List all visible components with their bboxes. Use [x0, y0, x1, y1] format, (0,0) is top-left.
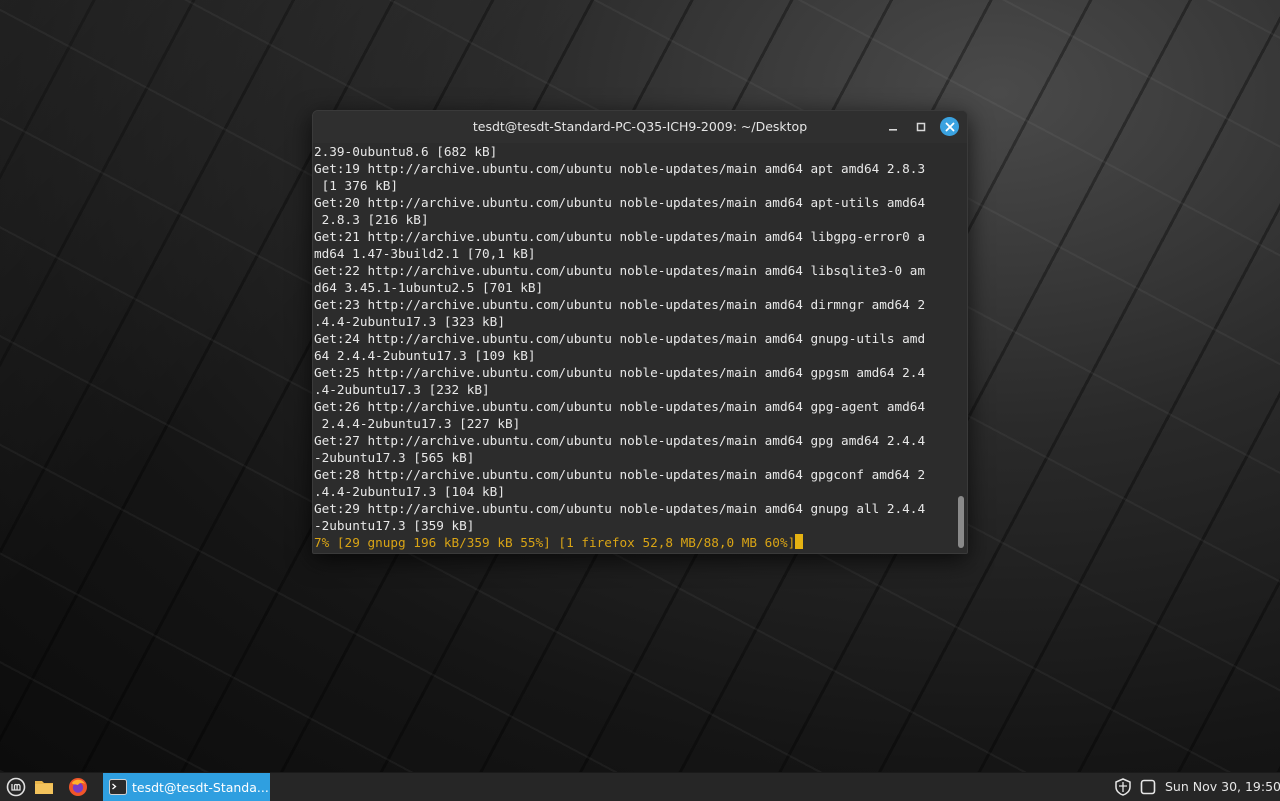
- terminal-line: 2.4.4-2ubuntu17.3 [227 kB]: [314, 416, 521, 431]
- minimize-button[interactable]: [885, 119, 901, 135]
- terminal-line: Get:26 http://archive.ubuntu.com/ubuntu …: [314, 399, 926, 414]
- update-manager-tray[interactable]: [1112, 776, 1134, 798]
- terminal-line: Get:22 http://archive.ubuntu.com/ubuntu …: [314, 263, 926, 278]
- terminal-line: 2.8.3 [216 kB]: [314, 212, 429, 227]
- terminal-output[interactable]: 2.39-0ubuntu8.6 [682 kB] Get:19 http://ar…: [314, 143, 953, 553]
- taskbar-terminal-task[interactable]: tesdt@tesdt-Standa...: [103, 773, 270, 801]
- firefox-icon: [69, 778, 87, 796]
- terminal-line: -2ubuntu17.3 [359 kB]: [314, 518, 475, 533]
- terminal-line: Get:25 http://archive.ubuntu.com/ubuntu …: [314, 365, 926, 380]
- close-button[interactable]: [940, 117, 959, 136]
- firefox-launcher[interactable]: [67, 776, 89, 798]
- notifications-tray[interactable]: [1137, 776, 1159, 798]
- files-launcher[interactable]: [33, 776, 55, 798]
- mint-menu-icon: [6, 777, 26, 797]
- terminal-line: .4.4-2ubuntu17.3 [323 kB]: [314, 314, 505, 329]
- terminal-cursor: [795, 534, 804, 549]
- terminal-icon: [109, 779, 127, 795]
- terminal-line: md64 1.47-3build2.1 [70,1 kB]: [314, 246, 536, 261]
- window-title: tesdt@tesdt-Standard-PC-Q35-ICH9-2009: ~…: [472, 119, 808, 134]
- terminal-window[interactable]: tesdt@tesdt-Standard-PC-Q35-ICH9-2009: ~…: [312, 110, 968, 554]
- terminal-line: Get:20 http://archive.ubuntu.com/ubuntu …: [314, 195, 926, 210]
- progress-text: 7% [29 gnupg 196 kB/359 kB 55%] [1 firef…: [314, 535, 796, 550]
- close-icon: [945, 122, 954, 131]
- progress-line: 7% [29 gnupg 196 kB/359 kB 55%] [1 firef…: [314, 534, 953, 551]
- maximize-icon: [916, 122, 926, 132]
- terminal-line: Get:28 http://archive.ubuntu.com/ubuntu …: [314, 467, 926, 482]
- terminal-line: .4.4-2ubuntu17.3 [104 kB]: [314, 484, 505, 499]
- terminal-line: Get:24 http://archive.ubuntu.com/ubuntu …: [314, 331, 926, 346]
- terminal-line: Get:23 http://archive.ubuntu.com/ubuntu …: [314, 297, 926, 312]
- terminal-line: .4-2ubuntu17.3 [232 kB]: [314, 382, 490, 397]
- terminal-line: Get:21 http://archive.ubuntu.com/ubuntu …: [314, 229, 926, 244]
- terminal-line: d64 3.45.1-1ubuntu2.5 [701 kB]: [314, 280, 544, 295]
- terminal-line: Get:29 http://archive.ubuntu.com/ubuntu …: [314, 501, 926, 516]
- taskbar: tesdt@tesdt-Standa... Sun Nov 30, 19:50: [0, 772, 1280, 801]
- window-titlebar[interactable]: tesdt@tesdt-Standard-PC-Q35-ICH9-2009: ~…: [313, 111, 967, 143]
- taskbar-clock[interactable]: Sun Nov 30, 19:50: [1165, 773, 1280, 801]
- terminal-line: -2ubuntu17.3 [565 kB]: [314, 450, 475, 465]
- terminal-line: [1 376 kB]: [314, 178, 399, 193]
- terminal-line: 2.39-0ubuntu8.6 [682 kB]: [314, 144, 498, 159]
- terminal-scrollbar[interactable]: [958, 496, 964, 548]
- terminal-lines: 2.39-0ubuntu8.6 [682 kB] Get:19 http://ar…: [314, 143, 953, 534]
- menu-button[interactable]: [5, 776, 27, 798]
- shield-icon: [1115, 778, 1131, 796]
- minimize-icon: [889, 129, 897, 131]
- terminal-line: 64 2.4.4-2ubuntu17.3 [109 kB]: [314, 348, 536, 363]
- folder-icon: [35, 781, 53, 794]
- terminal-line: Get:27 http://archive.ubuntu.com/ubuntu …: [314, 433, 926, 448]
- maximize-button[interactable]: [913, 119, 929, 135]
- terminal-line: Get:19 http://archive.ubuntu.com/ubuntu …: [314, 161, 926, 176]
- notifications-icon: [1140, 779, 1156, 795]
- taskbar-terminal-label: tesdt@tesdt-Standa...: [132, 779, 269, 795]
